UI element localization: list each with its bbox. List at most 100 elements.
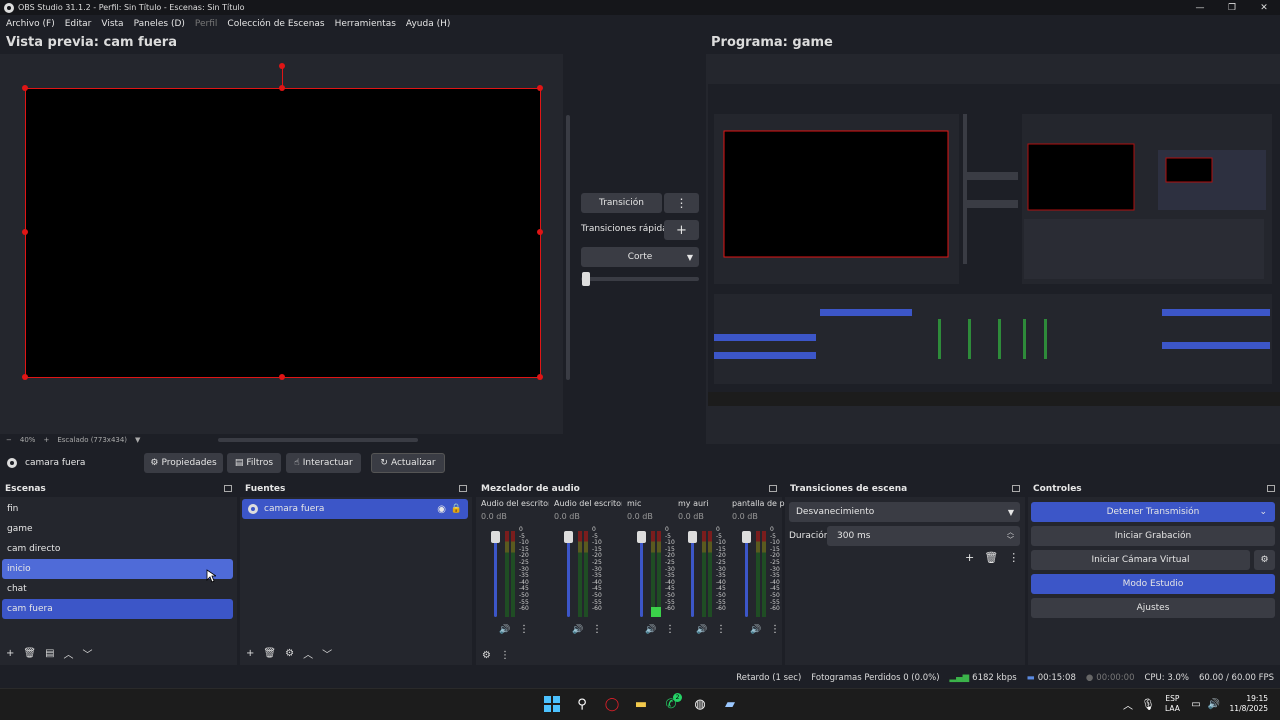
maximize-button[interactable]: ❐ — [1216, 0, 1248, 15]
resize-handle[interactable] — [279, 374, 285, 380]
speaker-icon[interactable]: 🔊 — [572, 625, 583, 635]
volume-slider-track[interactable] — [691, 531, 694, 617]
volume-slider-handle[interactable] — [491, 531, 500, 543]
microphone-icon[interactable]: 🎙 — [1138, 694, 1158, 714]
virtual-camera-settings-button[interactable]: ⚙ — [1254, 550, 1275, 570]
scene-item[interactable]: fin — [0, 499, 237, 519]
volume-slider-track[interactable] — [745, 531, 748, 617]
undock-icon[interactable] — [224, 485, 232, 492]
preview-canvas[interactable] — [25, 88, 541, 378]
refresh-button[interactable]: ↻ Actualizar — [371, 453, 445, 473]
volume-slider-track[interactable] — [640, 531, 643, 617]
source-item[interactable]: camara fuera ◉ 🔒 — [242, 499, 468, 519]
menu-file[interactable]: Archivo (F) — [6, 19, 55, 29]
trash-icon[interactable]: 🗑 — [984, 551, 998, 564]
menu-dots-icon[interactable]: ⋮ — [716, 624, 726, 635]
app-icon[interactable]: ▰ — [720, 694, 740, 714]
clock[interactable]: 19:15 11/8/2025 — [1226, 694, 1268, 714]
volume-slider-track[interactable] — [567, 531, 570, 617]
zoom-in-button[interactable]: + — [43, 436, 49, 444]
add-quick-transition-button[interactable]: + — [664, 220, 699, 240]
chevron-down-icon[interactable]: ﹀ — [83, 646, 93, 661]
resize-handle[interactable] — [537, 229, 543, 235]
filters-button[interactable]: ▤ Filtros — [227, 453, 281, 473]
resize-handle[interactable] — [537, 374, 543, 380]
menu-dots-icon[interactable]: ⋮ — [770, 624, 780, 635]
folder-icon[interactable]: ▬ — [631, 694, 651, 714]
settings-button[interactable]: Ajustes — [1031, 598, 1275, 618]
resize-handle[interactable] — [537, 85, 543, 91]
interact-button[interactable]: ☝ Interactuar — [286, 453, 361, 473]
windows-start-icon[interactable] — [542, 694, 562, 714]
resize-handle[interactable] — [22, 85, 28, 91]
obs-icon[interactable]: ◍ — [690, 694, 710, 714]
menu-docks[interactable]: Paneles (D) — [134, 19, 185, 29]
scene-item[interactable]: chat — [0, 579, 237, 599]
volume-slider-handle[interactable] — [564, 531, 573, 543]
speaker-icon[interactable]: 🔊 — [645, 625, 656, 635]
menu-view[interactable]: Vista — [101, 19, 123, 29]
volume-slider-handle[interactable] — [688, 531, 697, 543]
scene-item[interactable]: game — [0, 519, 237, 539]
resize-handle[interactable] — [279, 85, 285, 91]
t-bar-track[interactable] — [581, 277, 699, 281]
transition-button[interactable]: Transición — [581, 193, 662, 213]
speaker-icon[interactable]: 🔊 — [696, 625, 707, 635]
preview-horizontal-scrollbar[interactable] — [218, 438, 418, 442]
preview-vertical-scrollbar[interactable] — [566, 115, 570, 380]
undock-icon[interactable] — [1012, 485, 1020, 492]
transition-select[interactable]: Desvanecimiento ▼ — [789, 502, 1020, 522]
undock-icon[interactable] — [1267, 485, 1275, 492]
trash-icon[interactable]: 🗑 — [23, 648, 36, 659]
properties-button[interactable]: ⚙ Propiedades — [144, 453, 223, 473]
gear-icon[interactable]: ⚙ — [285, 648, 294, 659]
chevron-up-icon[interactable]: ︿ — [64, 646, 74, 661]
menu-profile[interactable]: Perfil — [195, 19, 218, 29]
zoom-out-button[interactable]: − — [6, 436, 12, 444]
scene-item[interactable]: cam directo — [0, 539, 237, 559]
transition-menu-button[interactable]: ⋮ — [664, 193, 699, 213]
gear-icon[interactable]: ⚙ — [482, 650, 491, 661]
lock-icon[interactable]: 🔒 — [451, 504, 462, 514]
language-indicator[interactable]: ESP LAA — [1165, 694, 1180, 714]
volume-icon[interactable]: 🔊 — [1204, 694, 1224, 714]
resize-handle[interactable] — [22, 374, 28, 380]
virtual-camera-button[interactable]: Iniciar Cámara Virtual — [1031, 550, 1250, 570]
duration-input[interactable]: 300 ms ︿ ﹀ — [827, 526, 1020, 546]
volume-slider-handle[interactable] — [742, 531, 751, 543]
menu-scene-collection[interactable]: Colección de Escenas — [227, 19, 324, 29]
undock-icon[interactable] — [459, 485, 467, 492]
search-icon[interactable]: ⚲ — [572, 694, 592, 714]
add-icon[interactable]: + — [6, 648, 14, 659]
start-recording-button[interactable]: Iniciar Grabación — [1031, 526, 1275, 546]
menu-tools[interactable]: Herramientas — [335, 19, 396, 29]
eye-icon[interactable]: ◉ — [437, 504, 446, 515]
menu-dots-icon[interactable]: ⋮ — [592, 624, 602, 635]
menu-help[interactable]: Ayuda (H) — [406, 19, 450, 29]
chevron-up-icon[interactable]: ︿ — [1118, 694, 1138, 714]
spinner-arrows-icon[interactable]: ︿ ﹀ — [1007, 528, 1014, 544]
rotation-handle[interactable] — [279, 63, 285, 69]
t-bar-handle[interactable] — [582, 272, 590, 286]
transition-type-select[interactable]: Corte ▼ — [581, 247, 699, 267]
studio-mode-button[interactable]: Modo Estudio — [1031, 574, 1275, 594]
chevron-down-icon[interactable]: ⌄ — [1259, 507, 1267, 517]
stop-stream-button[interactable]: Detener Transmisión ⌄ — [1031, 502, 1275, 522]
network-icon[interactable]: ▭ — [1186, 694, 1206, 714]
chevron-up-icon[interactable]: ︿ — [303, 646, 313, 661]
volume-slider-track[interactable] — [494, 531, 497, 617]
speaker-icon[interactable]: 🔊 — [499, 625, 510, 635]
speaker-icon[interactable]: 🔊 — [750, 625, 761, 635]
menu-dots-icon[interactable]: ⋮ — [665, 624, 675, 635]
undock-icon[interactable] — [769, 485, 777, 492]
trash-icon[interactable]: 🗑 — [263, 648, 276, 659]
chevron-down-icon[interactable]: ﹀ — [322, 646, 332, 661]
scene-item[interactable]: cam fuera — [2, 599, 233, 619]
menu-dots-icon[interactable]: ⋮ — [519, 624, 529, 635]
opera-icon[interactable]: ◯ — [602, 694, 622, 714]
chevron-down-icon[interactable]: ▼ — [135, 436, 140, 444]
add-icon[interactable]: + — [246, 648, 254, 659]
menu-dots-icon[interactable]: ⋮ — [500, 650, 510, 661]
volume-slider-handle[interactable] — [637, 531, 646, 543]
scene-item[interactable]: inicio — [2, 559, 233, 579]
